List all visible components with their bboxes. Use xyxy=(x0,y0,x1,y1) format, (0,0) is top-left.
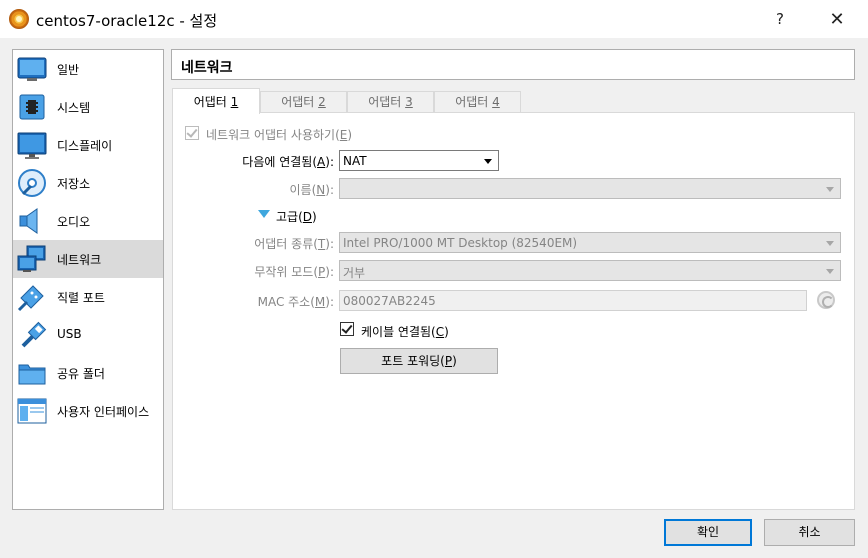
tab-label: 어댑터 xyxy=(368,95,406,109)
display-icon xyxy=(17,132,47,159)
tab-label: 어댑터 xyxy=(193,95,231,109)
sidebar-item-display[interactable]: 디스플레이 xyxy=(13,126,163,164)
sidebar-item-label: 시스템 xyxy=(57,101,91,115)
virtualbox-icon xyxy=(9,9,29,29)
sidebar-item-label: 오디오 xyxy=(57,215,91,229)
name-label: 이름(N): xyxy=(289,183,334,197)
sidebar-item-serial-ports[interactable]: 직렬 포트 xyxy=(13,278,163,316)
sidebar-item-label: 디스플레이 xyxy=(57,139,113,153)
port-forwarding-button[interactable]: 포트 포워딩(P) xyxy=(340,348,498,374)
sidebar-item-audio[interactable]: 오디오 xyxy=(13,202,163,240)
tab-mnemonic: 1 xyxy=(230,95,239,109)
sidebar-item-network[interactable]: 네트워크 xyxy=(13,240,163,278)
page-title: 네트워크 xyxy=(181,60,233,76)
cable-connected-label: 케이블 연결됨(C) xyxy=(361,325,449,339)
cable-connected-checkbox[interactable] xyxy=(340,322,354,336)
settings-sidebar: 일반 시스템 디스플레이 저장소 오디오 네트워크 직렬 포트 USB 공유 폴… xyxy=(12,49,164,510)
promiscuous-mode-label: 무작위 모드(P): xyxy=(254,265,334,279)
sidebar-item-label: 저장소 xyxy=(57,177,91,191)
adapter-type-label: 어댑터 종류(T): xyxy=(254,237,334,251)
chevron-down-icon xyxy=(826,269,834,274)
tab-adapter-2[interactable]: 어댑터 2 xyxy=(260,91,347,113)
tab-mnemonic: 2 xyxy=(318,95,326,109)
sidebar-item-usb[interactable]: USB xyxy=(13,316,163,354)
expand-triangle-icon[interactable] xyxy=(258,210,270,218)
chevron-down-icon xyxy=(484,159,492,164)
advanced-toggle[interactable]: 고급(D) xyxy=(276,208,317,225)
sidebar-item-label: 일반 xyxy=(57,63,80,77)
adapter-type-select[interactable]: Intel PRO/1000 MT Desktop (82540EM) xyxy=(339,232,841,253)
tab-adapter-1[interactable]: 어댑터 1 xyxy=(172,88,260,114)
sidebar-item-label: 공유 폴더 xyxy=(57,367,105,381)
mac-address-label: MAC 주소(M): xyxy=(257,295,334,309)
name-select[interactable] xyxy=(339,178,841,199)
sidebar-item-label: 네트워크 xyxy=(57,253,102,267)
tab-label: 어댑터 xyxy=(455,95,493,109)
close-button[interactable]: ✕ xyxy=(822,6,852,32)
tab-label: 어댑터 xyxy=(281,95,319,109)
check-mark-icon xyxy=(341,322,353,334)
network-icon xyxy=(17,245,46,272)
tab-adapter-3[interactable]: 어댑터 3 xyxy=(347,91,434,113)
adapter-tab-panel xyxy=(172,112,855,510)
storage-icon xyxy=(18,169,46,197)
audio-icon xyxy=(19,208,38,234)
ok-button[interactable]: 확인 xyxy=(664,519,752,546)
attached-to-select[interactable]: NAT xyxy=(339,150,499,171)
system-icon xyxy=(19,94,45,120)
chevron-down-icon xyxy=(826,241,834,246)
tab-mnemonic: 3 xyxy=(405,95,413,109)
sidebar-item-storage[interactable]: 저장소 xyxy=(13,164,163,202)
section-header: 네트워크 xyxy=(171,49,855,80)
cancel-button[interactable]: 취소 xyxy=(764,519,855,546)
enable-adapter-checkbox[interactable] xyxy=(185,126,199,140)
tab-adapter-4[interactable]: 어댑터 4 xyxy=(434,91,521,113)
check-mark-icon xyxy=(186,126,198,138)
sidebar-item-user-interface[interactable]: 사용자 인터페이스 xyxy=(13,392,163,430)
general-icon xyxy=(17,57,47,81)
sidebar-item-shared-folders[interactable]: 공유 폴더 xyxy=(13,354,163,392)
window-title: centos7-oracle12c - 설정 xyxy=(36,12,218,30)
mac-address-field[interactable]: 080027AB2245 xyxy=(339,290,807,311)
attached-to-label: 다음에 연결됨(A): xyxy=(242,155,334,169)
promiscuous-mode-select[interactable]: 거부 xyxy=(339,260,841,281)
user-interface-icon xyxy=(17,398,47,424)
title-bar: centos7-oracle12c - 설정 ? ✕ xyxy=(0,0,868,38)
refresh-icon[interactable] xyxy=(817,291,835,309)
help-button[interactable]: ? xyxy=(765,6,795,32)
usb-icon xyxy=(21,321,47,348)
sidebar-item-system[interactable]: 시스템 xyxy=(13,88,163,126)
sidebar-item-label: USB xyxy=(57,327,82,341)
chevron-down-icon xyxy=(826,187,834,192)
sidebar-item-label: 직렬 포트 xyxy=(57,291,105,305)
enable-adapter-label: 네트워크 어댑터 사용하기(E) xyxy=(206,128,353,142)
tab-mnemonic: 4 xyxy=(492,95,500,109)
sidebar-item-label: 사용자 인터페이스 xyxy=(57,405,150,419)
shared-folder-icon xyxy=(18,364,46,385)
serial-port-icon xyxy=(17,285,44,312)
sidebar-item-general[interactable]: 일반 xyxy=(13,50,163,88)
